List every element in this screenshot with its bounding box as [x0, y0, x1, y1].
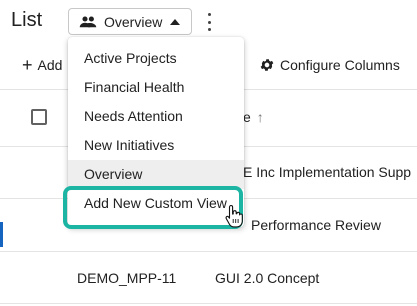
gear-icon: [260, 59, 274, 71]
row-accent: [0, 222, 3, 247]
view-selector-label: Overview: [104, 13, 163, 30]
caret-up-icon: [170, 18, 181, 25]
configure-columns-button[interactable]: Configure Columns: [259, 57, 400, 73]
menu-item-overview[interactable]: Overview: [68, 160, 244, 189]
hand-cursor-icon: [225, 204, 243, 228]
menu-item-financial-health[interactable]: Financial Health: [68, 73, 244, 102]
menu-item-needs-attention[interactable]: Needs Attention: [68, 102, 244, 131]
table-divider: [0, 303, 417, 304]
table-row-name[interactable]: Performance Review: [251, 217, 381, 233]
table-row-id[interactable]: DEMO_MPP-11: [77, 270, 176, 286]
add-button[interactable]: + Add: [22, 55, 63, 75]
add-button-label: Add: [37, 57, 63, 73]
menu-item-new-initiatives[interactable]: New Initiatives: [68, 131, 244, 160]
view-selector-button[interactable]: Overview: [68, 8, 192, 35]
highlight-box: [63, 186, 243, 229]
plus-icon: +: [22, 55, 33, 75]
table-row-name[interactable]: E Inc Implementation Supp: [243, 164, 411, 180]
select-all-checkbox[interactable]: [31, 109, 47, 125]
more-options-icon[interactable]: [203, 13, 215, 31]
table-divider: [0, 251, 417, 252]
column-header-label: e: [243, 109, 251, 125]
page-title: List: [11, 9, 43, 31]
configure-columns-label: Configure Columns: [280, 57, 400, 73]
column-header-name[interactable]: e ↑: [243, 109, 264, 125]
people-icon: [79, 15, 97, 27]
table-row-name[interactable]: GUI 2.0 Concept: [215, 270, 319, 286]
sort-arrow-up-icon: ↑: [256, 109, 264, 125]
menu-item-active-projects[interactable]: Active Projects: [68, 44, 244, 73]
